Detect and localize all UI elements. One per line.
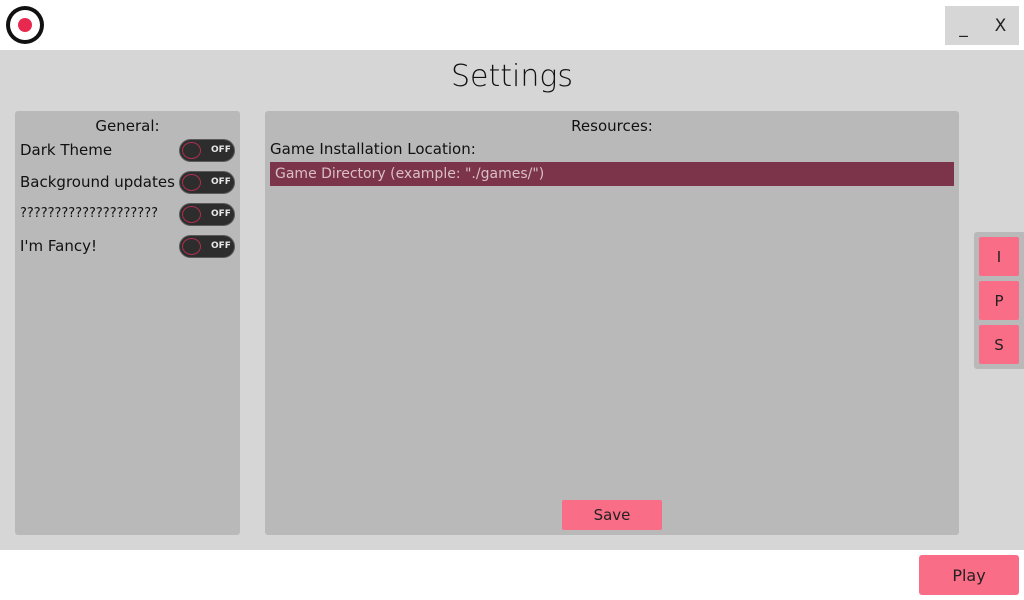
setting-label: Background updates	[20, 173, 175, 191]
footer: Play	[0, 550, 1024, 600]
sidenav-button-p[interactable]: P	[979, 281, 1019, 320]
page-title: Settings	[450, 59, 573, 94]
resources-panel: Resources: Game Installation Location: S…	[265, 111, 959, 535]
setting-label: Dark Theme	[20, 141, 113, 159]
close-button[interactable]: X	[982, 6, 1019, 45]
toggle-knob	[182, 174, 201, 191]
logo-dot	[18, 18, 32, 32]
minimize-button[interactable]: _	[945, 6, 982, 45]
toggle-knob	[182, 206, 201, 223]
general-header: General:	[95, 117, 160, 135]
background-updates-toggle[interactable]: OFF	[179, 171, 235, 194]
setting-label: ????????????????????	[20, 206, 158, 221]
target-logo-icon	[6, 6, 44, 44]
save-button[interactable]: Save	[562, 500, 662, 530]
main-content: Settings General: Dark Theme OFF Backgro…	[0, 50, 1024, 550]
toggle-knob	[182, 142, 201, 159]
resources-header: Resources:	[571, 117, 653, 135]
setting-row-dark-theme: Dark Theme OFF	[20, 139, 235, 163]
sidenav-button-i[interactable]: I	[979, 237, 1019, 276]
sidenav-button-s[interactable]: S	[979, 325, 1019, 364]
setting-row-background-updates: Background updates OFF	[20, 171, 235, 195]
toggle-state: OFF	[211, 177, 231, 187]
im-fancy-toggle[interactable]: OFF	[179, 235, 235, 258]
side-nav: I P S	[974, 232, 1024, 369]
toggle-knob	[182, 238, 201, 255]
install-location-label: Game Installation Location:	[270, 140, 476, 158]
toggle-state: OFF	[211, 145, 231, 155]
setting-row-im-fancy: I'm Fancy! OFF	[20, 235, 235, 259]
window-controls: _ X	[945, 6, 1019, 45]
toggle-state: OFF	[211, 209, 231, 219]
toggle-state: OFF	[211, 241, 231, 251]
play-button[interactable]: Play	[919, 555, 1019, 595]
dark-theme-toggle[interactable]: OFF	[179, 139, 235, 162]
general-panel: General: Dark Theme OFF Background updat…	[15, 111, 240, 535]
setting-label: I'm Fancy!	[20, 237, 98, 255]
game-directory-input[interactable]	[270, 162, 954, 186]
unknown-setting-toggle[interactable]: OFF	[179, 203, 235, 226]
title-bar: _ X	[0, 0, 1024, 50]
setting-row-unknown: ???????????????????? OFF	[20, 203, 235, 227]
